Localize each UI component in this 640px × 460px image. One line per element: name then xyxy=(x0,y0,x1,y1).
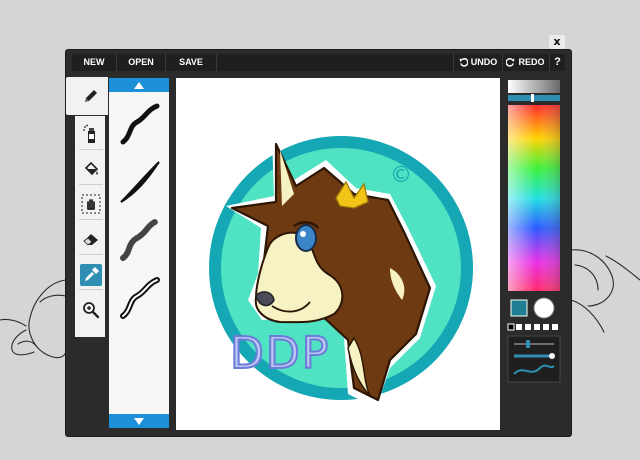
eyedropper-icon xyxy=(85,267,99,281)
gray-slider[interactable] xyxy=(508,80,560,93)
open-button[interactable]: OPEN xyxy=(117,54,166,71)
brush-panel xyxy=(109,78,169,428)
eraser-icon xyxy=(83,234,98,246)
signature-text: DDP xyxy=(230,328,330,379)
close-button[interactable]: x xyxy=(549,35,565,49)
tool-divider xyxy=(79,254,103,255)
brush-scroll-up-button[interactable] xyxy=(109,78,169,92)
paint-bucket-icon xyxy=(84,161,99,176)
tool-palette xyxy=(66,76,108,337)
undo-label: UNDO xyxy=(470,57,498,67)
save-button[interactable]: SAVE xyxy=(166,54,217,71)
drawing-canvas[interactable]: © DDP xyxy=(176,78,500,430)
hand-select-icon xyxy=(81,194,101,214)
brush-opacity-handle[interactable] xyxy=(549,353,555,359)
palette-swatch-4[interactable] xyxy=(534,324,540,330)
redo-button[interactable]: REDO xyxy=(502,54,550,71)
palette-swatch-5[interactable] xyxy=(543,324,549,330)
eraser-tool[interactable] xyxy=(80,228,102,250)
fill-tool[interactable] xyxy=(80,158,102,180)
redo-icon xyxy=(506,58,516,67)
paint-app-window: NEW OPEN SAVE UNDO REDO ? © DDP xyxy=(66,50,571,436)
tool-divider xyxy=(79,219,103,220)
help-label: ? xyxy=(554,56,561,68)
eyedropper-tool[interactable] xyxy=(80,264,102,286)
undo-icon xyxy=(459,58,468,67)
palette-swatch-2[interactable] xyxy=(516,324,522,330)
brush-size-handle[interactable] xyxy=(526,340,530,348)
new-button-label: NEW xyxy=(83,57,105,67)
spray-tool[interactable] xyxy=(80,123,102,145)
palette-swatch-1[interactable] xyxy=(507,323,515,331)
tool-divider xyxy=(79,149,103,150)
spray-can-icon xyxy=(83,124,95,143)
open-button-label: OPEN xyxy=(128,57,154,67)
pencil-tool[interactable] xyxy=(80,85,102,107)
pencil-icon xyxy=(85,90,97,102)
tapered-stroke-brush[interactable] xyxy=(113,156,165,208)
save-button-label: SAVE xyxy=(179,57,203,67)
dotted-stroke-brush[interactable] xyxy=(113,214,165,266)
help-button[interactable]: ? xyxy=(550,54,565,71)
select-move-tool[interactable] xyxy=(80,193,102,215)
palette-swatch-6[interactable] xyxy=(552,324,558,330)
redo-label: REDO xyxy=(518,57,545,67)
color-panel xyxy=(506,78,566,383)
undo-button[interactable]: UNDO xyxy=(453,54,503,71)
zoom-icon xyxy=(83,302,100,319)
color-picker xyxy=(507,80,561,383)
primary-color-swatch[interactable] xyxy=(510,299,528,317)
zoom-tool[interactable] xyxy=(80,299,102,321)
secondary-color-swatch[interactable] xyxy=(533,297,555,319)
arrow-up-icon xyxy=(134,81,144,89)
top-toolbar: NEW OPEN SAVE UNDO REDO ? xyxy=(72,54,565,71)
outlined-stroke-brush[interactable] xyxy=(113,272,165,324)
artwork: © DDP xyxy=(209,136,473,408)
smooth-stroke-brush[interactable] xyxy=(113,98,165,150)
tool-divider xyxy=(79,184,103,185)
brush-settings-box xyxy=(507,335,561,383)
tool-divider xyxy=(79,289,103,290)
brush-scroll-down-button[interactable] xyxy=(109,414,169,428)
palette-swatch-3[interactable] xyxy=(525,324,531,330)
new-button[interactable]: NEW xyxy=(72,54,117,71)
copyright-mark: © xyxy=(390,163,412,188)
arrow-down-icon xyxy=(134,417,144,425)
